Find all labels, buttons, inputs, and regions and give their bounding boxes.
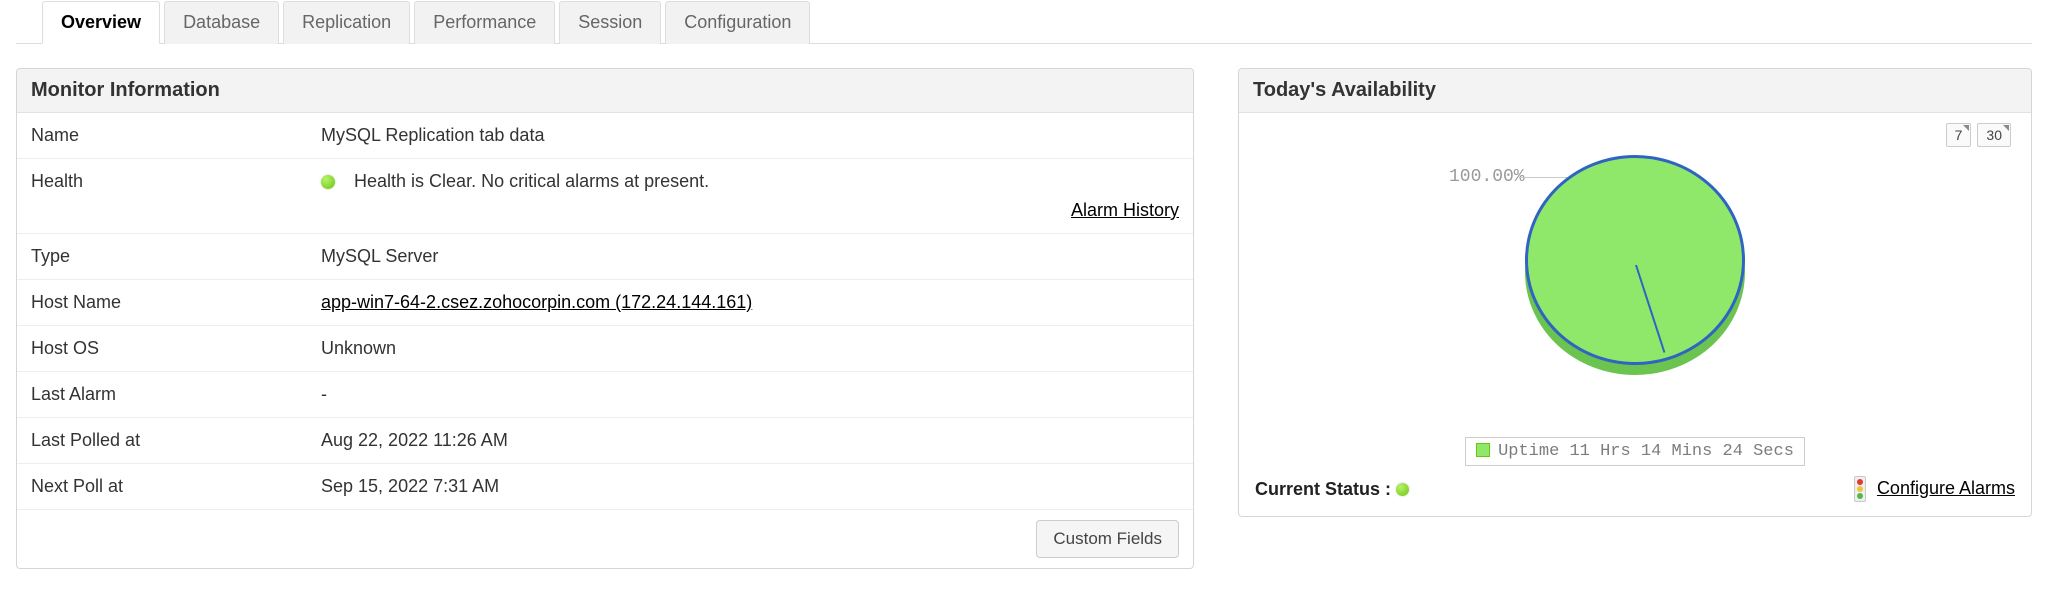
availability-panel: Today's Availability 7 30 100.00% xyxy=(1238,68,2032,517)
value-host-os: Unknown xyxy=(307,326,1193,372)
corner-icon xyxy=(2003,125,2009,131)
table-row: Health Health is Clear. No critical alar… xyxy=(17,159,1193,234)
availability-chart: 100.00% xyxy=(1249,147,2021,427)
table-row: Last Alarm - xyxy=(17,372,1193,418)
label-host-os: Host OS xyxy=(17,326,307,372)
alarm-history-link[interactable]: Alarm History xyxy=(1071,200,1179,220)
label-last-polled: Last Polled at xyxy=(17,418,307,464)
table-row: Host Name app-win7-64-2.csez.zohocorpin.… xyxy=(17,280,1193,326)
table-row: Host OS Unknown xyxy=(17,326,1193,372)
table-row: Type MySQL Server xyxy=(17,234,1193,280)
value-health: Health is Clear. No critical alarms at p… xyxy=(307,159,1193,234)
legend-swatch-icon xyxy=(1476,443,1490,457)
value-last-polled: Aug 22, 2022 11:26 AM xyxy=(307,418,1193,464)
monitor-info-panel: Monitor Information Name MySQL Replicati… xyxy=(16,68,1194,569)
health-status-text: Health is Clear. No critical alarms at p… xyxy=(354,171,709,191)
table-row: Last Polled at Aug 22, 2022 11:26 AM xyxy=(17,418,1193,464)
pie-percent-label: 100.00% xyxy=(1449,167,1525,187)
tabs: Overview Database Replication Performanc… xyxy=(16,0,2032,44)
value-last-alarm: - xyxy=(307,372,1193,418)
health-status-icon xyxy=(321,175,335,189)
chart-legend: Uptime 11 Hrs 14 Mins 24 Secs xyxy=(1465,437,1805,466)
tab-overview[interactable]: Overview xyxy=(42,1,160,44)
current-status-label: Current Status : xyxy=(1255,479,1391,499)
label-name: Name xyxy=(17,113,307,159)
range-7-label: 7 xyxy=(1955,127,1963,143)
tab-session[interactable]: Session xyxy=(559,1,661,44)
range-7-button[interactable]: 7 xyxy=(1946,123,1972,147)
tab-database[interactable]: Database xyxy=(164,1,279,44)
host-name-link[interactable]: app-win7-64-2.csez.zohocorpin.com (172.2… xyxy=(321,292,752,312)
tab-configuration[interactable]: Configuration xyxy=(665,1,810,44)
label-next-poll: Next Poll at xyxy=(17,464,307,510)
range-30-label: 30 xyxy=(1986,127,2002,143)
tab-replication[interactable]: Replication xyxy=(283,1,410,44)
configure-alarms-link[interactable]: Configure Alarms xyxy=(1877,478,2015,498)
custom-fields-button[interactable]: Custom Fields xyxy=(1036,520,1179,558)
table-row: Name MySQL Replication tab data xyxy=(17,113,1193,159)
label-last-alarm: Last Alarm xyxy=(17,372,307,418)
traffic-light-icon xyxy=(1854,476,1866,502)
label-health: Health xyxy=(17,159,307,234)
legend-text: Uptime 11 Hrs 14 Mins 24 Secs xyxy=(1498,442,1794,461)
range-30-button[interactable]: 30 xyxy=(1977,123,2011,147)
corner-icon xyxy=(1963,125,1969,131)
label-type: Type xyxy=(17,234,307,280)
availability-title: Today's Availability xyxy=(1239,69,2031,113)
value-type: MySQL Server xyxy=(307,234,1193,280)
pie-icon xyxy=(1525,155,1745,375)
value-next-poll: Sep 15, 2022 7:31 AM xyxy=(307,464,1193,510)
range-buttons: 7 30 xyxy=(1249,113,2021,147)
monitor-info-table: Name MySQL Replication tab data Health H… xyxy=(17,113,1193,509)
label-host-name: Host Name xyxy=(17,280,307,326)
monitor-info-title: Monitor Information xyxy=(17,69,1193,113)
value-name: MySQL Replication tab data xyxy=(307,113,1193,159)
table-row: Next Poll at Sep 15, 2022 7:31 AM xyxy=(17,464,1193,510)
current-status-icon xyxy=(1396,483,1409,496)
tab-performance[interactable]: Performance xyxy=(414,1,555,44)
